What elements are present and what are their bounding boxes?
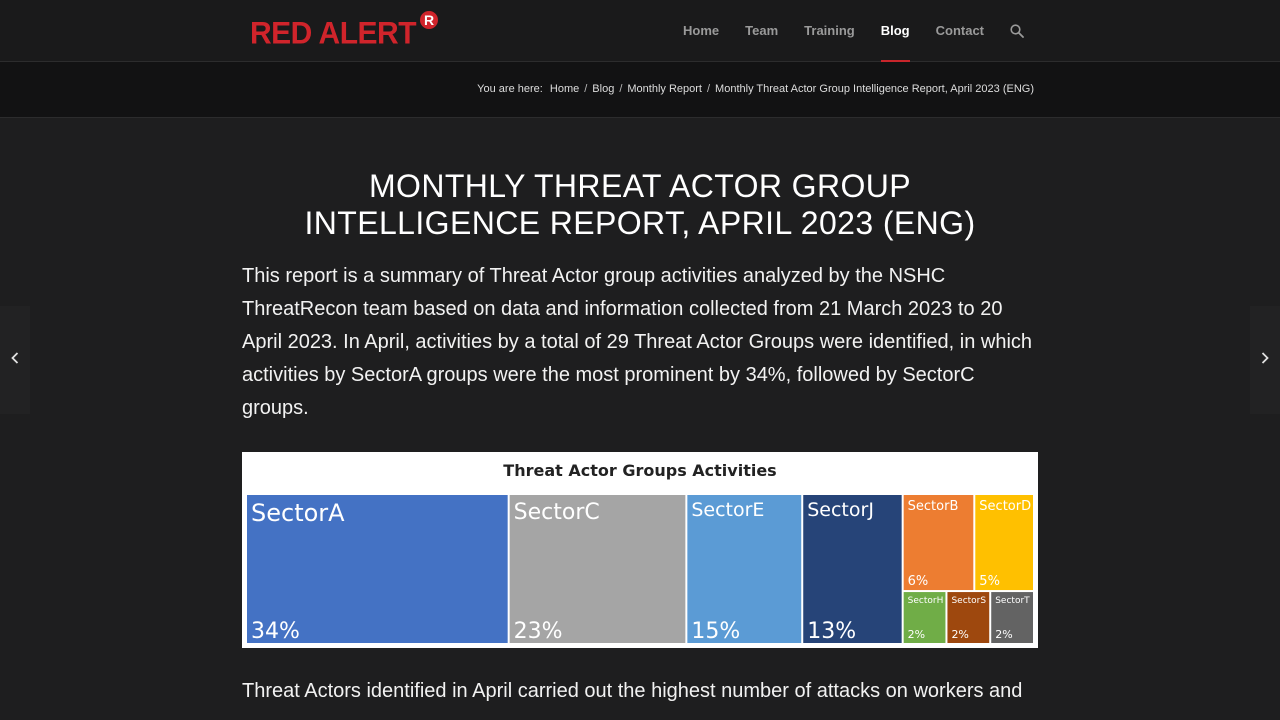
treemap-label-sectorc: SectorC xyxy=(514,500,600,525)
registered-icon: R xyxy=(418,9,441,31)
chevron-right-icon xyxy=(1261,351,1269,369)
treemap-value-sectorb: 6% xyxy=(908,574,929,589)
treemap-cell-sectorc: SectorC 23% xyxy=(509,495,686,644)
treemap-label-sectord: SectorD xyxy=(979,499,1031,514)
site-logo[interactable]: RED ALERT R xyxy=(250,9,441,54)
treemap-cell-sectorj: SectorJ 13% xyxy=(803,495,902,644)
body-paragraph: Threat Actors identified in April carrie… xyxy=(242,680,1023,702)
previous-post-button[interactable] xyxy=(0,306,30,414)
chart-title: Threat Actor Groups Activities xyxy=(503,461,776,480)
breadcrumb-separator: / xyxy=(619,83,623,95)
treemap-value-sectorc: 23% xyxy=(514,619,563,644)
logo-text: RED ALERT xyxy=(250,16,417,51)
treemap-cell-sectora: SectorA 34% xyxy=(247,495,508,644)
nav-home[interactable]: Home xyxy=(670,0,732,61)
search-icon[interactable] xyxy=(997,0,1037,61)
treemap-value-sectora: 34% xyxy=(251,619,300,644)
breadcrumb-label: You are here: xyxy=(477,83,543,95)
site-header: RED ALERT R Home Team Training Blog Cont… xyxy=(0,0,1280,62)
breadcrumb-blog[interactable]: Blog xyxy=(592,83,614,95)
treemap-cell-sectort: SectorT 2% xyxy=(991,592,1033,643)
breadcrumb-separator: / xyxy=(584,83,588,95)
breadcrumb-separator: / xyxy=(706,83,711,95)
main-nav: Home Team Training Blog Contact xyxy=(670,0,1037,62)
page-title-line-1: MONTHLY THREAT ACTOR GROUP xyxy=(368,168,912,204)
nav-training[interactable]: Training xyxy=(791,0,868,61)
breadcrumb-current: Monthly Threat Actor Group Intelligence … xyxy=(715,83,1034,95)
treemap-cell-sectorh: SectorH 2% xyxy=(903,592,946,643)
treemap-value-sectors: 2% xyxy=(951,628,968,641)
nav-blog[interactable]: Blog xyxy=(868,0,923,62)
treemap-cell-sectore: SectorE 15% xyxy=(687,495,802,644)
treemap-cell-sectors: SectorS 2% xyxy=(947,592,990,643)
treemap-label-sectorb: SectorB xyxy=(908,499,959,514)
intro-paragraph: This report is a summary of Threat Actor… xyxy=(242,265,1033,419)
treemap-label-sectort: SectorT xyxy=(995,596,1030,606)
nav-contact[interactable]: Contact xyxy=(923,0,997,61)
breadcrumb-monthly-report[interactable]: Monthly Report xyxy=(627,83,702,95)
page-title: MONTHLY THREAT ACTOR GROUP INTELLIGENCE … xyxy=(242,168,1038,242)
treemap-cell-sectorb: SectorB 6% xyxy=(903,495,974,591)
treemap-value-sectort: 2% xyxy=(995,628,1012,641)
treemap-chart: Threat Actor Groups Activities SectorA 34… xyxy=(242,452,1038,648)
treemap-label-sectorh: SectorH xyxy=(908,596,944,606)
next-post-button[interactable] xyxy=(1250,306,1280,414)
treemap-cell-sectord: SectorD 5% xyxy=(975,495,1033,591)
treemap-label-sectore: SectorE xyxy=(691,499,764,521)
treemap-label-sectors: SectorS xyxy=(951,596,986,606)
breadcrumb-bar: You are here: Home / Blog / Monthly Report / M… xyxy=(0,62,1280,118)
treemap-value-sectord: 5% xyxy=(979,574,1000,589)
nav-team[interactable]: Team xyxy=(732,0,791,61)
treemap-svg: Threat Actor Groups Activities SectorA 34… xyxy=(247,461,1033,644)
treemap-label-sectorj: SectorJ xyxy=(807,499,874,521)
treemap-value-sectorj: 13% xyxy=(807,619,856,644)
treemap-value-sectore: 15% xyxy=(691,619,740,644)
chevron-left-icon xyxy=(11,351,19,369)
page-title-line-2: INTELLIGENCE REPORT, APRIL 2023 (ENG) xyxy=(304,205,976,241)
breadcrumb-home[interactable]: Home xyxy=(550,83,579,95)
treemap-value-sectorh: 2% xyxy=(908,628,925,641)
treemap-label-sectora: SectorA xyxy=(251,499,345,527)
breadcrumb: You are here: Home / Blog / Monthly Report / M… xyxy=(477,62,1034,117)
